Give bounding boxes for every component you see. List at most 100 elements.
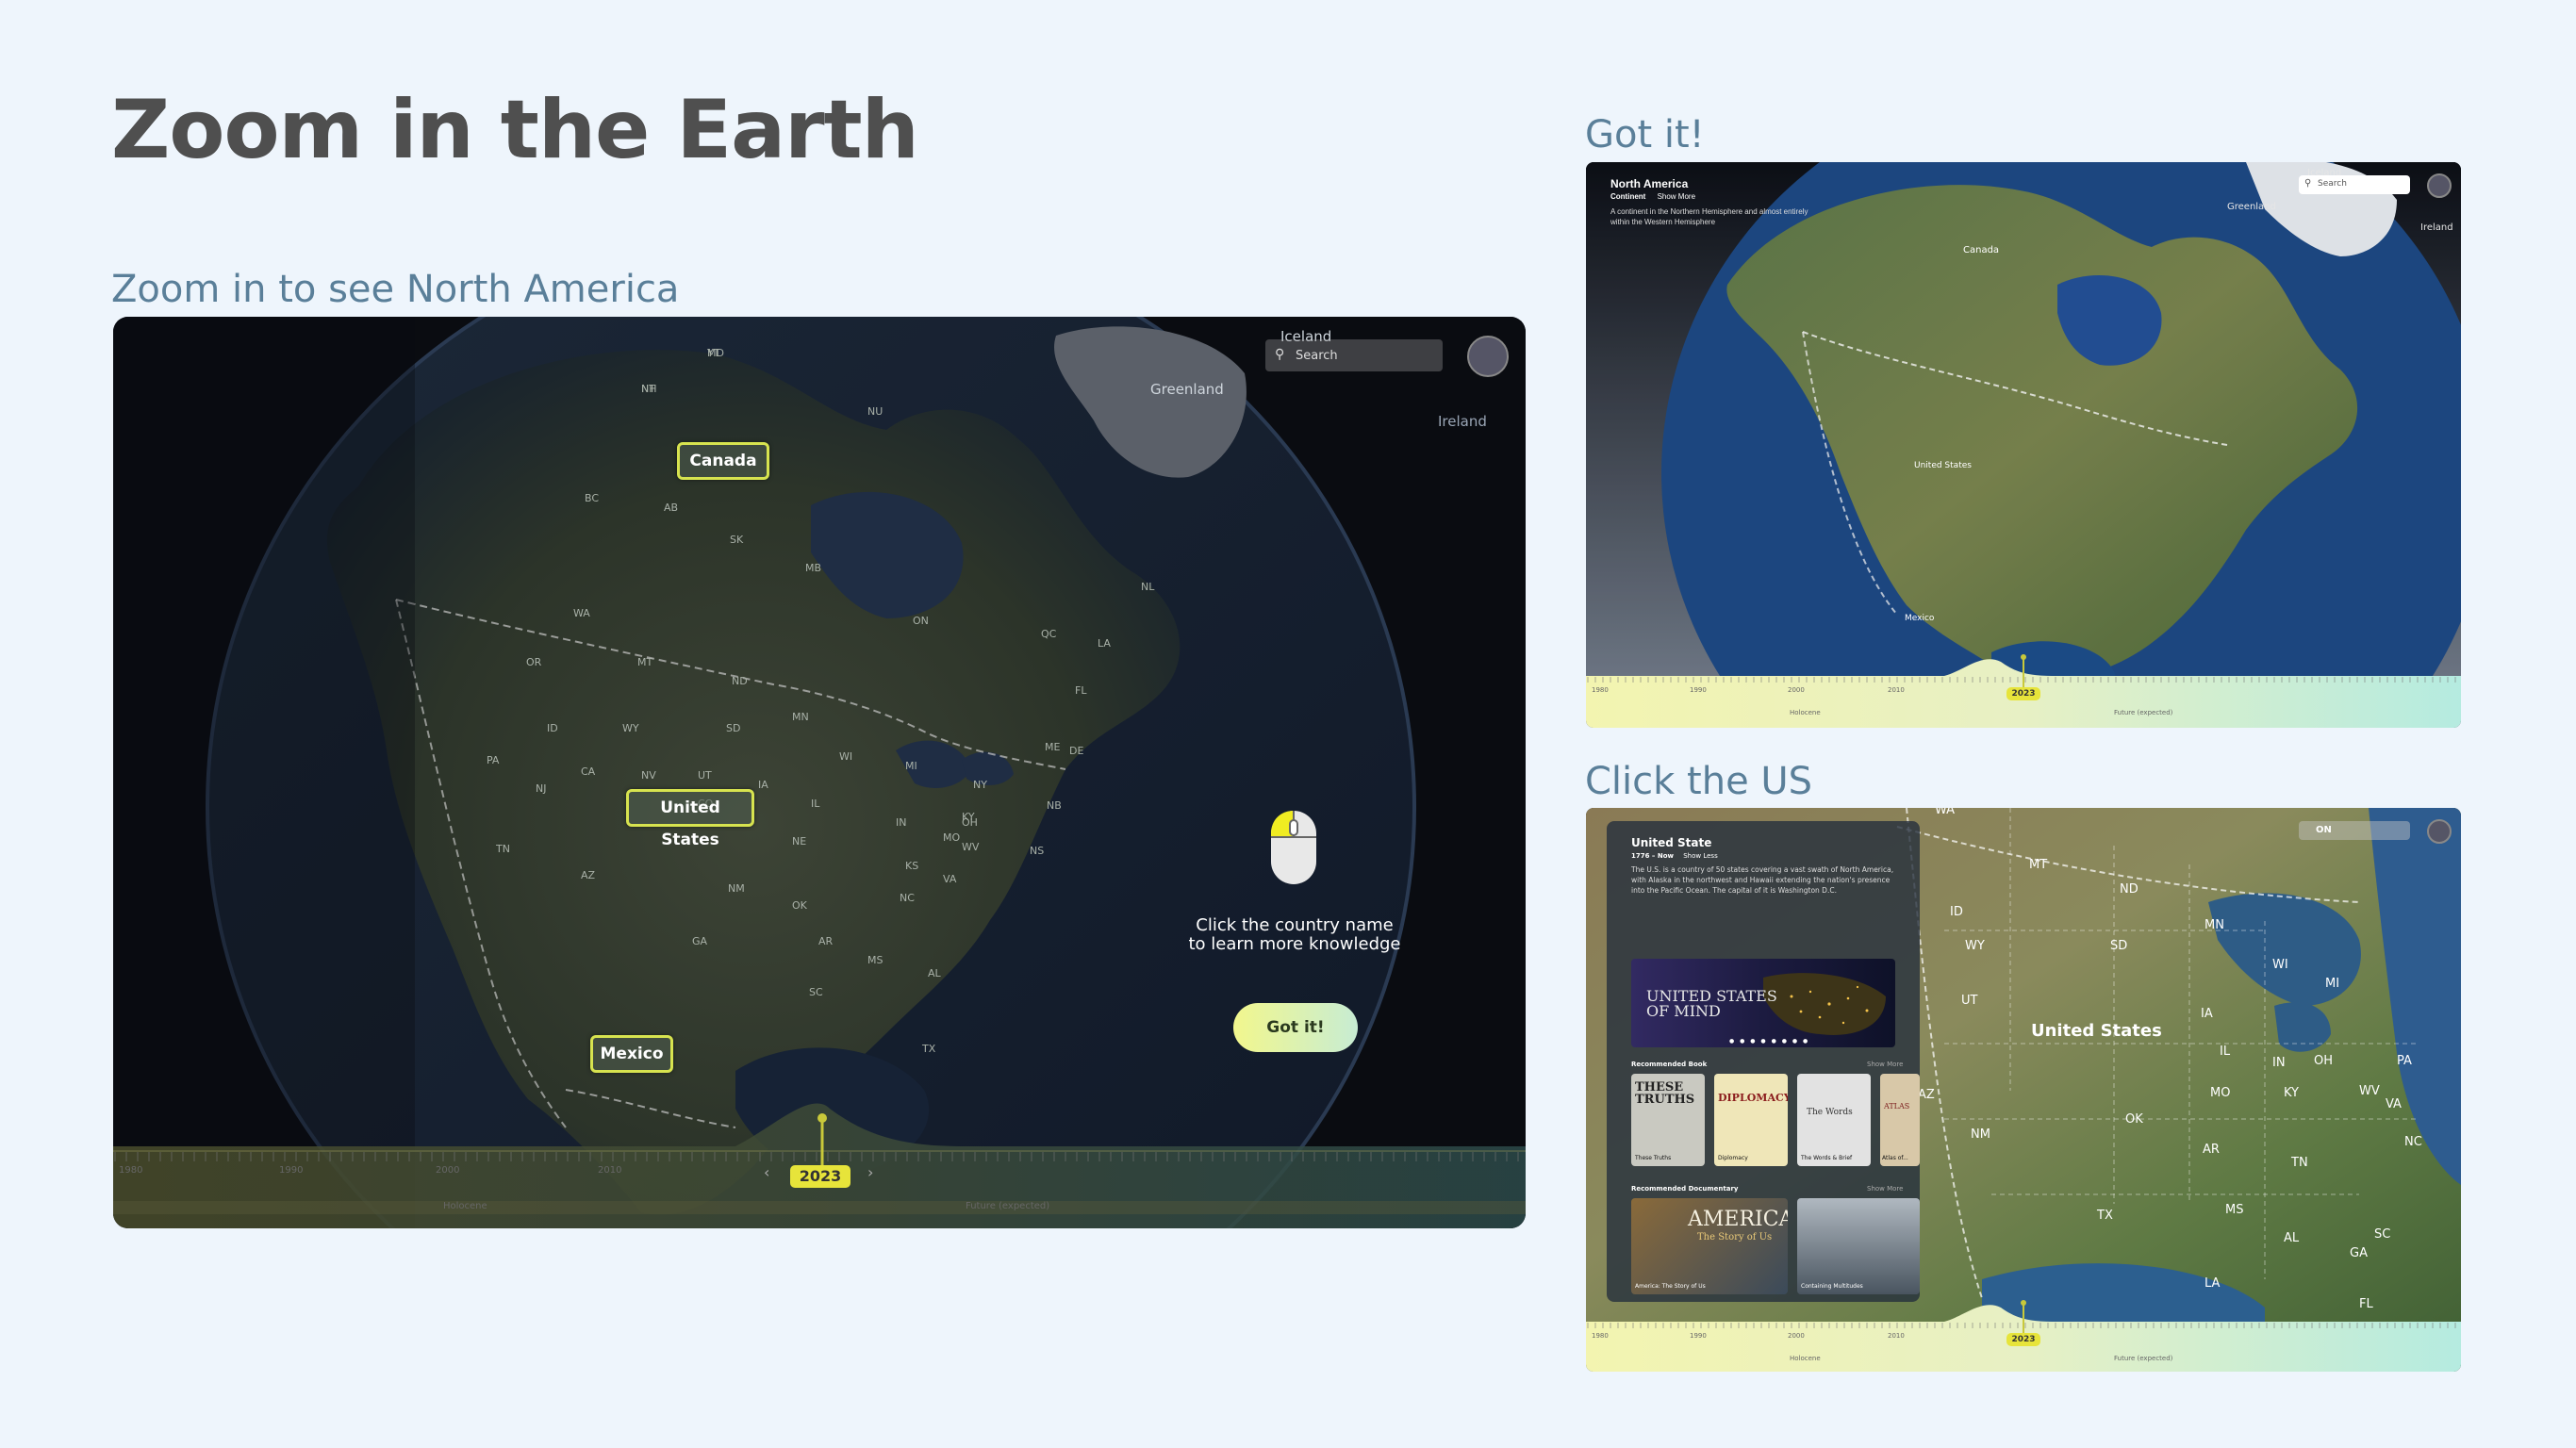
state-label[interactable]: WV: [2359, 1084, 2380, 1098]
state-label[interactable]: WI: [2272, 958, 2288, 972]
us-era-future: Future (expected): [2114, 1355, 2173, 1362]
search-input[interactable]: ⚲ Search: [1265, 339, 1443, 371]
province-label: ON: [913, 615, 929, 627]
province-label: ME: [1045, 741, 1060, 753]
us-map-panel[interactable]: United States WA MT ND MN ID WY SD WI MI UT IA IL IN…: [1586, 808, 2461, 1372]
us-avatar[interactable]: [2427, 819, 2452, 844]
state-label[interactable]: AR: [2203, 1143, 2220, 1157]
province-label: SC: [809, 986, 823, 998]
state-label[interactable]: AZ: [1918, 1088, 1935, 1102]
hint-line-2: to learn more knowledge: [1188, 934, 1401, 954]
us-show-less-link[interactable]: Show Less: [1683, 852, 1718, 860]
us-doc-2[interactable]: Containing Multitudes: [1797, 1198, 1920, 1294]
gotit-show-more-link[interactable]: Show More: [1658, 192, 1695, 201]
search-icon: ⚲: [1275, 347, 1285, 362]
province-label: KS: [905, 860, 918, 872]
us-banner-image[interactable]: UNITED STATES OF MIND ● ● ● ● ● ● ● ●: [1631, 959, 1895, 1047]
state-label[interactable]: ND: [2120, 882, 2138, 897]
us-banner-pager-dots[interactable]: ● ● ● ● ● ● ● ●: [1729, 1038, 1809, 1045]
state-label[interactable]: KY: [2284, 1086, 2299, 1100]
province-label: ID: [547, 722, 558, 734]
state-label[interactable]: TN: [2290, 1156, 2308, 1170]
province-label: TX: [921, 1043, 936, 1055]
us-book-4[interactable]: ATLAS Atlas of...: [1880, 1074, 1920, 1166]
gotit-search-input[interactable]: ⚲ Search: [2299, 175, 2410, 194]
state-label[interactable]: NC: [2404, 1135, 2422, 1149]
country-button-mexico[interactable]: Mexico: [590, 1035, 673, 1073]
state-label[interactable]: WY: [1965, 939, 1985, 953]
gotit-year-3: 2000: [1788, 686, 1805, 694]
province-label: NB: [1047, 799, 1062, 812]
country-button-united-states[interactable]: United States: [626, 789, 754, 849]
state-label[interactable]: UT: [1961, 994, 1978, 1008]
state-label[interactable]: FL: [2359, 1297, 2373, 1311]
state-label[interactable]: GA: [2350, 1246, 2368, 1260]
state-label[interactable]: NM: [1971, 1127, 1990, 1142]
state-label[interactable]: PA: [2397, 1054, 2412, 1068]
province-label: NM: [728, 882, 745, 895]
state-label[interactable]: OH: [2314, 1054, 2333, 1068]
state-label[interactable]: MO: [2210, 1086, 2230, 1100]
gotit-year-2: 1990: [1690, 686, 1707, 694]
got-it-button[interactable]: Got it!: [1233, 1003, 1358, 1052]
state-label[interactable]: VA: [2386, 1097, 2402, 1111]
mouse-icon: [1269, 809, 1318, 886]
us-docs-show-more[interactable]: Show More: [1867, 1185, 1903, 1193]
us-book-1[interactable]: THESE TRUTHS These Truths: [1631, 1074, 1705, 1166]
province-label: ND: [732, 675, 748, 687]
us-book-2-title: Diplomacy: [1718, 1155, 1748, 1161]
province-label: NL: [1141, 581, 1155, 593]
gotit-info-type: Continent: [1610, 192, 1646, 201]
us-doc-1-cover-title: AMERICA: [1688, 1208, 1788, 1231]
state-label[interactable]: IA: [2201, 1007, 2213, 1021]
province-label: NV: [641, 769, 656, 782]
state-label[interactable]: MT: [2029, 858, 2047, 872]
us-books-show-more[interactable]: Show More: [1867, 1061, 1903, 1068]
timeline-prev-chevron-icon[interactable]: ‹: [764, 1163, 769, 1181]
state-label[interactable]: LA: [2204, 1276, 2221, 1291]
gotit-map-panel[interactable]: Iceland Greenland Ireland Canada United …: [1586, 162, 2461, 728]
gotit-info-panel: North America Continent Show More A cont…: [1610, 177, 1827, 227]
timeline-year-2: 1990: [279, 1165, 304, 1176]
province-label: MT: [637, 656, 652, 668]
search-placeholder: Search: [1296, 349, 1338, 363]
province-label: WY: [622, 722, 639, 734]
timeline-year-1: 1980: [119, 1165, 143, 1176]
state-label[interactable]: SC: [2374, 1227, 2390, 1242]
us-book-2[interactable]: DIPLOMACY Diplomacy: [1714, 1074, 1788, 1166]
province-label: AZ: [581, 869, 596, 881]
state-label[interactable]: ID: [1950, 905, 1963, 919]
country-button-canada[interactable]: Canada: [677, 442, 769, 480]
gotit-avatar[interactable]: [2427, 173, 2452, 198]
state-label[interactable]: MI: [2325, 977, 2339, 991]
state-label[interactable]: IL: [2220, 1045, 2231, 1059]
main-map-panel[interactable]: Iceland Greenland Ireland YT NT NU BC AB SK MB…: [113, 317, 1526, 1228]
province-label: NY: [973, 779, 987, 791]
timeline-next-chevron-icon[interactable]: ›: [867, 1163, 873, 1181]
state-label[interactable]: WA: [1935, 808, 1955, 817]
us-book-3-cover: The Words: [1807, 1108, 1853, 1117]
gotit-era-holocene: Holocene: [1790, 709, 1821, 716]
province-label: KY: [962, 811, 975, 823]
state-label[interactable]: SD: [2110, 939, 2127, 953]
us-toggle[interactable]: ON: [2299, 821, 2410, 840]
province-label: MN: [792, 711, 809, 723]
state-label[interactable]: OK: [2125, 1112, 2143, 1127]
us-book-3[interactable]: The Words The Words & Brief: [1797, 1074, 1871, 1166]
state-label[interactable]: IN: [2272, 1056, 2286, 1070]
state-label[interactable]: AL: [2284, 1231, 2300, 1245]
us-book-2-cover: DIPLOMACY: [1718, 1092, 1788, 1104]
province-label: OR: [526, 656, 542, 668]
state-label[interactable]: TX: [2096, 1209, 2113, 1223]
state-label[interactable]: MN: [2204, 918, 2224, 932]
us-doc-1[interactable]: AMERICA The Story of Us America: The Sto…: [1631, 1198, 1788, 1294]
avatar[interactable]: [1467, 336, 1509, 377]
province-label: AB: [664, 502, 678, 514]
province-label: BC: [585, 492, 599, 504]
province-label: AL: [928, 967, 942, 979]
timeline-era-future: Future (expected): [966, 1201, 1050, 1211]
province-label: SK: [730, 534, 744, 546]
us-era-holocene: Holocene: [1790, 1355, 1821, 1362]
state-label[interactable]: MS: [2225, 1203, 2243, 1217]
us-banner-line-2: OF MIND: [1646, 1002, 1721, 1020]
